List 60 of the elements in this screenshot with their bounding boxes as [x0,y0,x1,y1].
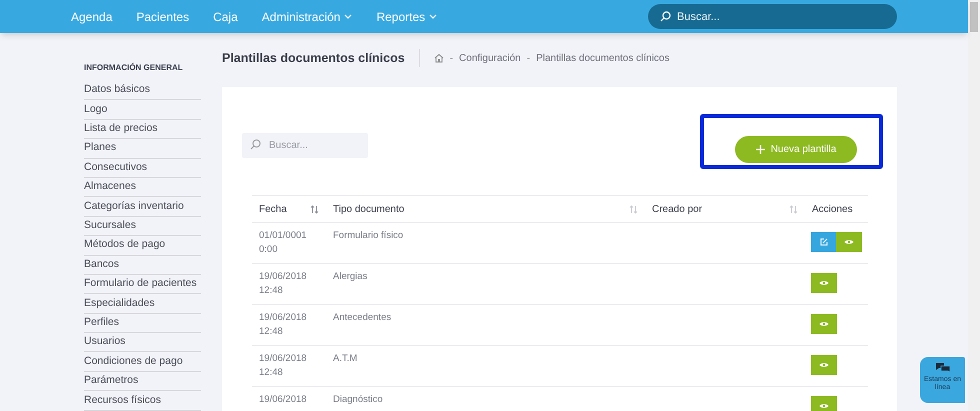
column-header[interactable]: Creado por [652,202,702,216]
sidebar-item[interactable]: Lista de precios [84,120,201,140]
eye-icon [819,362,829,368]
home-icon[interactable] [434,53,444,63]
page-title: Plantillas documentos clínicos [222,48,420,68]
eye-icon [819,403,829,409]
eye-icon [819,280,829,286]
view-button[interactable] [811,314,837,334]
plus-icon [756,145,765,154]
eye-icon [819,321,829,327]
breadcrumb-separator: - [450,52,454,66]
search-field[interactable]: Buscar... [242,133,368,158]
column-header[interactable]: Tipo documento [333,202,404,216]
sidebar-item[interactable]: Sucursales [84,216,201,236]
sidebar-item[interactable]: Condiciones de pago [84,352,201,372]
sidebar-item[interactable]: Recursos físicos [84,391,201,411]
table-cell-text: Formulario físico [333,229,404,243]
edit-icon [820,238,828,246]
sidebar-item[interactable]: Especialidades [84,294,201,314]
search-icon [660,10,671,22]
search-icon [250,139,261,150]
sort-icon[interactable] [310,204,319,214]
sidebar-item[interactable]: Perfiles [84,314,201,334]
scrollbar[interactable] [968,0,980,411]
table-cell-text: Antecedentes [333,311,392,325]
sidebar-item[interactable]: Logo [84,100,201,120]
date-cell-text: 19/06/2018 12:48 [259,311,308,339]
view-button[interactable] [811,355,837,375]
column-header[interactable]: Fecha [259,202,287,216]
sidebar-item[interactable]: Bancos [84,256,201,275]
sidebar-item[interactable]: Parámetros [84,372,201,392]
breadcrumb-link[interactable]: Configuración [459,50,521,66]
sidebar-item[interactable]: Planes [84,139,201,159]
search-field[interactable]: Buscar... [648,4,897,30]
table-cell-text: A.T.M [333,352,358,366]
chat-icon [934,362,950,374]
view-button[interactable] [836,232,862,252]
sort-icon[interactable] [789,204,798,214]
breadcrumb-separator: - [526,52,530,66]
date-cell-text: 01/01/0001 0:00 [259,229,308,257]
sidebar-item[interactable]: Categorías inventario [84,197,201,217]
sidebar-item[interactable]: Usuarios [84,333,201,352]
breadcrumb-link[interactable]: Plantillas documentos clínicos [536,50,670,66]
date-cell-text: 19/06/2018 12:48 [259,270,308,298]
date-cell-text: 19/06/2018 [259,393,308,407]
date-cell-text: 19/06/2018 12:48 [259,352,308,380]
sort-icon[interactable] [629,204,638,214]
sidebar-item[interactable]: Datos básicos [84,81,201,100]
table-cell-text: Alergias [333,270,368,284]
view-button[interactable] [811,273,837,293]
sidebar-item[interactable]: Almacenes [84,178,201,198]
table-cell-text: Diagnóstico [333,393,384,407]
sidebar-item[interactable]: Consecutivos [84,158,201,178]
column-header[interactable]: Acciones [812,202,853,216]
sidebar-heading: INFORMACIÓN GENERAL [84,62,184,74]
edit-button[interactable] [811,232,836,252]
view-button[interactable] [811,396,837,411]
sidebar-item[interactable]: Métodos de pago [84,236,201,256]
sidebar-item[interactable]: Formulario de pacientes [84,274,201,294]
eye-icon [844,239,854,245]
